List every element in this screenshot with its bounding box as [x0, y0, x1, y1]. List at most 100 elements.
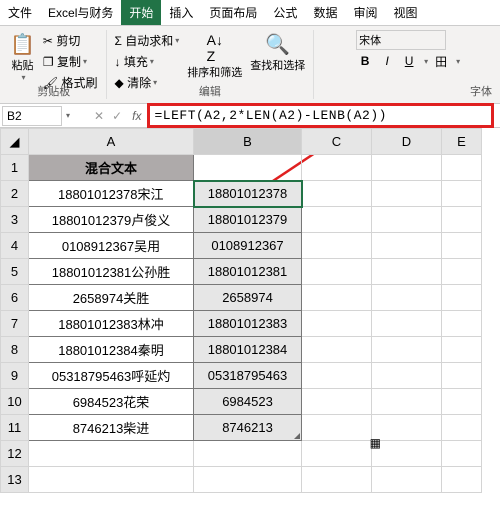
paste-button[interactable]: 📋 粘贴 ▾ — [6, 30, 39, 93]
cell[interactable] — [442, 467, 482, 493]
cell[interactable] — [372, 389, 442, 415]
cell-e1[interactable] — [442, 155, 482, 181]
cell-a9[interactable]: 05318795463呼延灼 — [29, 363, 194, 389]
cell-b12[interactable] — [194, 441, 302, 467]
menu-pagelayout[interactable]: 页面布局 — [201, 0, 265, 25]
cell-b6[interactable]: 2658974 — [194, 285, 302, 311]
cell-a8[interactable]: 18801012384秦明 — [29, 337, 194, 363]
cell[interactable] — [372, 441, 442, 467]
cell[interactable] — [442, 311, 482, 337]
cell-b9[interactable]: 05318795463 — [194, 363, 302, 389]
row-header[interactable]: 13 — [1, 467, 29, 493]
cell[interactable] — [372, 207, 442, 233]
cell[interactable] — [302, 337, 372, 363]
row-header[interactable]: 1 — [1, 155, 29, 181]
row-header[interactable]: 11 — [1, 415, 29, 441]
cell[interactable] — [302, 311, 372, 337]
cell-c1[interactable] — [302, 155, 372, 181]
cell[interactable] — [442, 259, 482, 285]
cell-b7[interactable]: 18801012383 — [194, 311, 302, 337]
clear-button[interactable]: ◆ 清除▾ — [111, 72, 184, 93]
copy-button[interactable]: ❐ 复制▾ — [39, 51, 102, 72]
col-header-d[interactable]: D — [372, 129, 442, 155]
cell[interactable] — [302, 207, 372, 233]
cell-a11[interactable]: 8746213柴进 — [29, 415, 194, 441]
cell-b2[interactable]: 18801012378 — [194, 181, 302, 207]
underline-button[interactable]: U — [400, 52, 418, 70]
accept-icon[interactable]: ✓ — [108, 109, 126, 123]
cell-a13[interactable] — [29, 467, 194, 493]
cell-b5[interactable]: 18801012381 — [194, 259, 302, 285]
row-header[interactable]: 2 — [1, 181, 29, 207]
cell[interactable] — [302, 259, 372, 285]
autofill-options-icon[interactable]: ▦ — [370, 436, 381, 450]
row-header[interactable]: 5 — [1, 259, 29, 285]
menu-review[interactable]: 审阅 — [345, 0, 385, 25]
find-select-button[interactable]: 🔍 查找和选择 — [246, 30, 309, 93]
fill-button[interactable]: ↓ 填充▾ — [111, 51, 184, 72]
menu-home[interactable]: 开始 — [121, 0, 161, 25]
font-name-select[interactable]: 宋体 — [356, 30, 446, 50]
row-header[interactable]: 7 — [1, 311, 29, 337]
cell-a2[interactable]: 18801012378宋江 — [29, 181, 194, 207]
cell-a3[interactable]: 18801012379卢俊义 — [29, 207, 194, 233]
cell-b8[interactable]: 18801012384 — [194, 337, 302, 363]
cell[interactable] — [442, 441, 482, 467]
cell[interactable] — [302, 233, 372, 259]
cell[interactable] — [442, 415, 482, 441]
cell[interactable] — [302, 285, 372, 311]
menu-formulas[interactable]: 公式 — [265, 0, 305, 25]
cell[interactable] — [302, 467, 372, 493]
menu-data[interactable]: 数据 — [305, 0, 345, 25]
row-header[interactable]: 8 — [1, 337, 29, 363]
row-header[interactable]: 4 — [1, 233, 29, 259]
spreadsheet-grid[interactable]: ◢ A B C D E 1 混合文本 2 18801012378宋江 18801… — [0, 128, 500, 528]
cell-b10[interactable]: 6984523 — [194, 389, 302, 415]
formula-input[interactable] — [147, 103, 494, 128]
cell[interactable] — [302, 441, 372, 467]
autosum-button[interactable]: Σ 自动求和▾ — [111, 30, 184, 51]
bold-button[interactable]: B — [356, 52, 374, 70]
menu-view[interactable]: 视图 — [385, 0, 425, 25]
cell[interactable] — [442, 233, 482, 259]
chevron-down-icon[interactable]: ▾ — [66, 111, 70, 120]
col-header-e[interactable]: E — [442, 129, 482, 155]
cell[interactable] — [372, 467, 442, 493]
cell-a4[interactable]: 0108912367吴用 — [29, 233, 194, 259]
cell[interactable] — [372, 285, 442, 311]
cell-e2[interactable] — [442, 181, 482, 207]
cell[interactable] — [372, 337, 442, 363]
cell[interactable] — [302, 389, 372, 415]
cell[interactable] — [442, 207, 482, 233]
cell-c2[interactable] — [302, 181, 372, 207]
cell-c11[interactable]: ▦ — [302, 415, 372, 441]
row-header[interactable]: 6 — [1, 285, 29, 311]
cell-a10[interactable]: 6984523花荣 — [29, 389, 194, 415]
row-header[interactable]: 3 — [1, 207, 29, 233]
cut-button[interactable]: ✂ 剪切 — [39, 30, 102, 51]
row-header[interactable]: 9 — [1, 363, 29, 389]
cell[interactable] — [442, 337, 482, 363]
cell-b13[interactable] — [194, 467, 302, 493]
cell-b11[interactable]: 8746213 — [194, 415, 302, 441]
italic-button[interactable]: I — [378, 52, 396, 70]
cell[interactable] — [372, 415, 442, 441]
fill-handle-icon[interactable] — [294, 433, 300, 439]
cell[interactable] — [302, 363, 372, 389]
cell-a6[interactable]: 2658974关胜 — [29, 285, 194, 311]
cell[interactable] — [372, 363, 442, 389]
cell-a7[interactable]: 18801012383林冲 — [29, 311, 194, 337]
cell-a1[interactable]: 混合文本 — [29, 155, 194, 181]
cell[interactable] — [372, 259, 442, 285]
cell-a5[interactable]: 18801012381公孙胜 — [29, 259, 194, 285]
cell-d1[interactable] — [372, 155, 442, 181]
cell-b1[interactable] — [194, 155, 302, 181]
menu-file[interactable]: 文件 — [0, 0, 40, 25]
row-header[interactable]: 10 — [1, 389, 29, 415]
cell-d2[interactable] — [372, 181, 442, 207]
row-header[interactable]: 12 — [1, 441, 29, 467]
menu-excelfin[interactable]: Excel与财务 — [40, 0, 121, 25]
menu-insert[interactable]: 插入 — [161, 0, 201, 25]
name-box[interactable]: B2 — [2, 106, 62, 126]
cell[interactable] — [442, 389, 482, 415]
